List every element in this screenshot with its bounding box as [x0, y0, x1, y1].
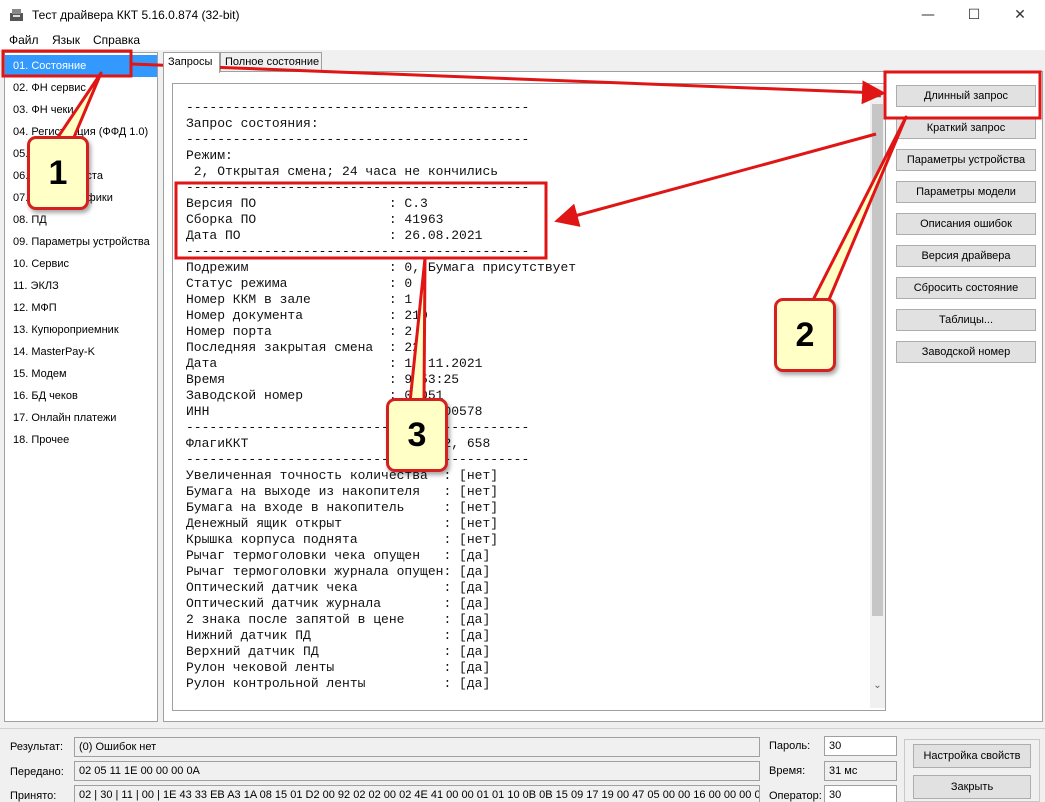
- menu-help[interactable]: Справка: [93, 33, 140, 47]
- sidebar-item[interactable]: 02. ФН сервис: [5, 77, 157, 99]
- operator-input[interactable]: 30: [824, 785, 897, 802]
- output-scrollbar[interactable]: ▲ ⌄: [870, 86, 885, 708]
- output-line: Рулон контрольной ленты : [да]: [186, 676, 491, 691]
- tab-full-status[interactable]: Полное состояние: [220, 52, 322, 72]
- sidebar-item[interactable]: 10. Сервис: [5, 253, 157, 275]
- output-line: ----------------------------------------…: [186, 420, 530, 435]
- output-line: Рычаг термоголовки чека опущен : [да]: [186, 548, 491, 563]
- menu-language[interactable]: Язык: [52, 33, 80, 47]
- output-line: Статус режима : 0: [186, 276, 413, 291]
- status-output-textbox[interactable]: ----------------------------------------…: [172, 83, 886, 711]
- serial-number-button[interactable]: Заводской номер: [896, 341, 1036, 363]
- output-line: Рулон чековой ленты : [да]: [186, 660, 491, 675]
- password-label: Пароль:: [769, 740, 811, 752]
- error-descriptions-button[interactable]: Описания ошибок: [896, 213, 1036, 235]
- output-line: Верхний датчик ПД : [да]: [186, 644, 491, 659]
- kkt-app-icon: [10, 9, 23, 21]
- output-line: Дата ПО : 26.08.2021: [186, 228, 483, 243]
- status-output-text: ----------------------------------------…: [186, 100, 576, 692]
- output-line: Денежный ящик открыт : [нет]: [186, 516, 499, 531]
- short-request-button[interactable]: Краткий запрос: [896, 117, 1036, 139]
- tables-button[interactable]: Таблицы...: [896, 309, 1036, 331]
- received-label: Принято:: [10, 790, 57, 802]
- sidebar-item[interactable]: 09. Параметры устройства: [5, 231, 157, 253]
- output-line: Оптический датчик чека : [да]: [186, 580, 491, 595]
- scrollbar-thumb[interactable]: [872, 104, 883, 616]
- output-line: ----------------------------------------…: [186, 180, 530, 195]
- output-line: Запрос состояния:: [186, 116, 319, 131]
- received-field: 02 | 30 | 11 | 00 | 1E 43 33 EB A3 1A 08…: [74, 785, 760, 802]
- output-line: Сборка ПО : 41963: [186, 212, 444, 227]
- output-line: Оптический датчик журнала : [да]: [186, 596, 491, 611]
- sidebar-item[interactable]: 15. Модем: [5, 363, 157, 385]
- output-line: ----------------------------------------…: [186, 100, 530, 115]
- sidebar-item[interactable]: 08. ПД: [5, 209, 157, 231]
- scroll-down-icon[interactable]: ⌄: [870, 678, 885, 694]
- output-line: Крышка корпуса поднята : [нет]: [186, 532, 499, 547]
- operator-label: Оператор:: [769, 790, 822, 802]
- time-label: Время:: [769, 765, 806, 777]
- output-line: 2, Открытая смена; 24 часа не кончились: [186, 164, 499, 179]
- output-line: Бумага на входе в накопитель : [нет]: [186, 500, 499, 515]
- reset-state-button[interactable]: Сбросить состояние: [896, 277, 1036, 299]
- output-line: Нижний датчик ПД : [да]: [186, 628, 491, 643]
- sent-field: 02 05 11 1E 00 00 00 0A: [74, 761, 760, 781]
- time-field: 31 мс: [824, 761, 897, 781]
- output-line: Подрежим : 0, Бумага присутствует: [186, 260, 577, 275]
- result-label: Результат:: [10, 741, 64, 753]
- output-line: Режим:: [186, 148, 233, 163]
- scroll-up-icon[interactable]: ▲: [870, 86, 885, 102]
- output-line: Номер документа : 210: [186, 308, 428, 323]
- device-params-button[interactable]: Параметры устройства: [896, 149, 1036, 171]
- driver-version-button[interactable]: Версия драйвера: [896, 245, 1036, 267]
- output-line: Номер порта : 2: [186, 324, 413, 339]
- output-line: Заводской номер : 00051: [186, 388, 444, 403]
- settings-button[interactable]: Настройка свойств: [913, 744, 1031, 768]
- output-line: Время : 9:53:25: [186, 372, 460, 387]
- menu-file[interactable]: Файл: [9, 33, 39, 47]
- output-line: Увеличенная точность количества : [нет]: [186, 468, 499, 483]
- output-line: ----------------------------------------…: [186, 244, 530, 259]
- output-line: Последняя закрытая смена : 22: [186, 340, 421, 355]
- title-bar: Тест драйвера ККТ 5.16.0.874 (32-bit) — …: [0, 0, 1045, 30]
- sidebar-item[interactable]: 14. MasterPay-K: [5, 341, 157, 363]
- output-line: ФлагиККТ : 0x0292, 658: [186, 436, 491, 451]
- sidebar-item[interactable]: 12. МФП: [5, 297, 157, 319]
- sidebar-item[interactable]: 03. ФН чеки: [5, 99, 157, 121]
- minimize-button[interactable]: —: [905, 0, 951, 30]
- sidebar-item[interactable]: 18. Прочее: [5, 429, 157, 451]
- tab-requests[interactable]: Запросы: [163, 52, 220, 73]
- sidebar-item[interactable]: 01. Состояние: [5, 55, 157, 77]
- sidebar-item[interactable]: 16. БД чеков: [5, 385, 157, 407]
- output-line: ИНН : 7703000578: [186, 404, 483, 419]
- sent-label: Передано:: [10, 766, 64, 778]
- model-params-button[interactable]: Параметры модели: [896, 181, 1036, 203]
- callout-3: 3: [386, 398, 448, 472]
- output-line: ----------------------------------------…: [186, 132, 530, 147]
- password-input[interactable]: 30: [824, 736, 897, 756]
- result-field: (0) Ошибок нет: [74, 737, 760, 757]
- callout-1: 1: [27, 136, 89, 210]
- output-line: Номер ККМ в зале : 1: [186, 292, 413, 307]
- long-request-button[interactable]: Длинный запрос: [896, 85, 1036, 107]
- output-line: Версия ПО : C.3: [186, 196, 428, 211]
- sidebar-item[interactable]: 13. Купюроприемник: [5, 319, 157, 341]
- close-window-button[interactable]: ✕: [997, 0, 1043, 30]
- output-line: Рычаг термоголовки журнала опущен: [да]: [186, 564, 491, 579]
- output-line: Бумага на выходе из накопителя : [нет]: [186, 484, 499, 499]
- close-button[interactable]: Закрыть: [913, 775, 1031, 799]
- output-line: ----------------------------------------…: [186, 452, 530, 467]
- output-line: 2 знака после запятой в цене : [да]: [186, 612, 491, 627]
- maximize-button[interactable]: ☐: [951, 0, 997, 30]
- output-line: Дата : 11.11.2021: [186, 356, 483, 371]
- sidebar-item[interactable]: 17. Онлайн платежи: [5, 407, 157, 429]
- sidebar-item[interactable]: 11. ЭКЛЗ: [5, 275, 157, 297]
- window-title: Тест драйвера ККТ 5.16.0.874 (32-bit): [32, 8, 240, 22]
- callout-2: 2: [774, 298, 836, 372]
- menu-bar: Файл Язык Справка: [0, 30, 1045, 50]
